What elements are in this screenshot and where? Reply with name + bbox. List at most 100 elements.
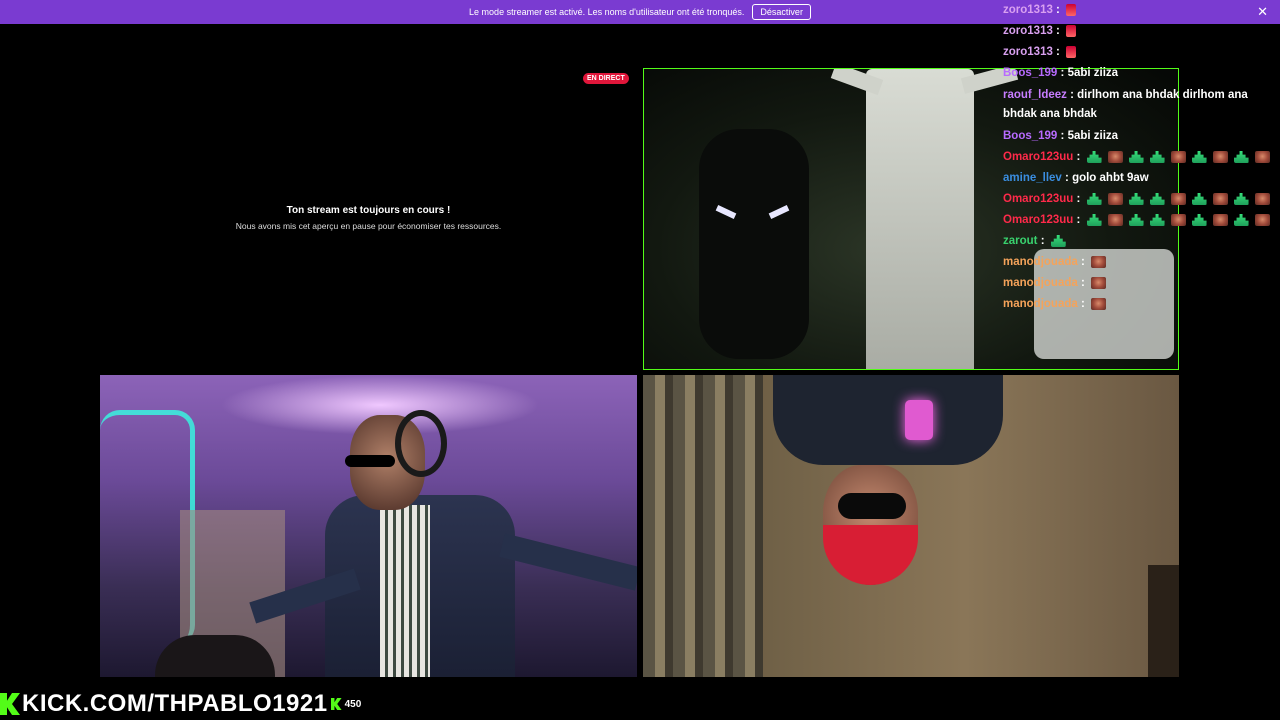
chat-username[interactable]: zarout bbox=[1003, 235, 1038, 247]
chat-separator: : bbox=[1057, 130, 1068, 142]
chat-username[interactable]: zoro1313 bbox=[1003, 46, 1053, 58]
red-hair bbox=[823, 525, 918, 585]
sunglasses bbox=[838, 493, 906, 519]
chat-emote-icon bbox=[1170, 213, 1186, 226]
chair-back bbox=[155, 635, 275, 677]
chat-username[interactable]: manodjouada bbox=[1003, 256, 1078, 268]
chat-emote-icon bbox=[1233, 213, 1249, 226]
chat-username[interactable]: Boos_199 bbox=[1003, 130, 1057, 142]
chat-emote-icon bbox=[1091, 276, 1106, 289]
headphones bbox=[395, 410, 447, 477]
chat-emote-icon bbox=[1170, 150, 1186, 163]
chat-emote-icon bbox=[1191, 213, 1207, 226]
chat-text: golo ahbt 9aw bbox=[1072, 172, 1149, 184]
chat-emote-icon bbox=[1086, 192, 1102, 205]
chat-emote-icon bbox=[1191, 150, 1207, 163]
chat-username[interactable]: amine_llev bbox=[1003, 172, 1062, 184]
chat-separator: : bbox=[1077, 256, 1088, 268]
chat-emote-icon bbox=[1050, 234, 1066, 247]
paused-preview-message: Ton stream est toujours en cours ! Nous … bbox=[200, 205, 537, 231]
chat-emote-icon bbox=[1086, 213, 1102, 226]
chat-text: 5abi ziiza bbox=[1067, 130, 1119, 142]
chat-username[interactable]: Omaro123uu bbox=[1003, 151, 1073, 163]
motorcycle-shape bbox=[699, 129, 809, 359]
banner-text: Le mode streamer est activé. Les noms d'… bbox=[469, 7, 745, 17]
chat-username[interactable]: Omaro123uu bbox=[1003, 193, 1073, 205]
chat-separator: : bbox=[1037, 235, 1048, 247]
chat-emote-icon bbox=[1149, 213, 1165, 226]
phone-light bbox=[905, 400, 933, 440]
chat-message: Boos_199 : 5abi ziiza bbox=[1003, 63, 1280, 84]
chat-overlay: zoro1313 : zoro1313 : zoro1313 : Boos_19… bbox=[1003, 0, 1280, 310]
chat-message: Omaro123uu : bbox=[1003, 210, 1280, 231]
chat-separator: : bbox=[1066, 89, 1078, 101]
live-badge: EN DIRECT bbox=[583, 73, 629, 84]
disable-streamer-mode-button[interactable]: Désactiver bbox=[752, 4, 811, 20]
chat-username[interactable]: zoro1313 bbox=[1003, 4, 1053, 16]
chat-emote-icon bbox=[1212, 213, 1228, 226]
video-tile-bottom-left[interactable] bbox=[100, 375, 637, 677]
chat-emote-icon bbox=[1191, 192, 1207, 205]
curtain bbox=[643, 375, 763, 677]
sunglasses bbox=[345, 455, 395, 467]
chat-emote-icon bbox=[1107, 213, 1123, 226]
door-frame bbox=[1148, 565, 1179, 677]
chat-message: Omaro123uu : bbox=[1003, 147, 1280, 168]
chat-message: zoro1313 : bbox=[1003, 0, 1280, 21]
chat-message: manodjouada : bbox=[1003, 252, 1280, 273]
chat-emote-icon bbox=[1254, 192, 1270, 205]
chat-username[interactable]: Omaro123uu bbox=[1003, 214, 1073, 226]
chat-separator: : bbox=[1077, 277, 1088, 289]
chat-message: raouf_ldeez : dirlhom ana bhdak dirlhom … bbox=[1003, 84, 1280, 126]
chat-emote-icon bbox=[1066, 24, 1077, 37]
chat-emote-icon bbox=[1128, 150, 1144, 163]
chat-separator: : bbox=[1073, 151, 1084, 163]
chat-emote-icon bbox=[1233, 192, 1249, 205]
chat-username[interactable]: zoro1313 bbox=[1003, 25, 1053, 37]
chat-username[interactable]: manodjouada bbox=[1003, 298, 1078, 310]
chat-username[interactable]: manodjouada bbox=[1003, 277, 1078, 289]
channel-url: KICK.COM/THPABLO1921 bbox=[22, 690, 328, 717]
chat-emote-icon bbox=[1233, 150, 1249, 163]
chat-message: manodjouada : bbox=[1003, 294, 1280, 310]
chat-emote-icon bbox=[1091, 297, 1106, 310]
chat-username[interactable]: raouf_ldeez bbox=[1003, 89, 1067, 101]
chat-message: zarout : bbox=[1003, 231, 1280, 252]
chat-emote-icon bbox=[1170, 192, 1186, 205]
chat-emote-icon bbox=[1066, 45, 1077, 58]
kick-logo-icon bbox=[0, 693, 20, 715]
paused-title: Ton stream est toujours en cours ! bbox=[286, 205, 451, 216]
chat-emote-icon bbox=[1107, 192, 1123, 205]
person-white-suit bbox=[866, 69, 974, 369]
chat-separator: : bbox=[1073, 193, 1084, 205]
chat-username[interactable]: Boos_199 bbox=[1003, 67, 1057, 79]
chat-emote-icon bbox=[1128, 213, 1144, 226]
chat-emote-icon bbox=[1212, 150, 1228, 163]
chat-message: Omaro123uu : bbox=[1003, 189, 1280, 210]
chat-emote-icon bbox=[1086, 150, 1102, 163]
chat-text: 5abi ziiza bbox=[1067, 67, 1119, 79]
chat-emote-icon bbox=[1254, 213, 1270, 226]
chat-emote-icon bbox=[1066, 3, 1077, 16]
chat-emote-icon bbox=[1107, 150, 1123, 163]
arm-right bbox=[499, 533, 637, 591]
paused-subtitle: Nous avons mis cet aperçu en pause pour … bbox=[235, 221, 502, 231]
shirt-stripes bbox=[380, 505, 430, 677]
chat-separator: : bbox=[1057, 67, 1068, 79]
chat-message: manodjouada : bbox=[1003, 273, 1280, 294]
viewer-count: 450 bbox=[344, 698, 362, 710]
chat-message: zoro1313 : bbox=[1003, 21, 1280, 42]
chat-separator: : bbox=[1052, 46, 1064, 58]
chat-emote-icon bbox=[1128, 192, 1144, 205]
kick-logo-small-icon bbox=[330, 698, 342, 710]
chat-emote-icon bbox=[1149, 150, 1165, 163]
chat-emote-icon bbox=[1212, 192, 1228, 205]
video-tile-bottom-right[interactable] bbox=[643, 375, 1179, 677]
chat-separator: : bbox=[1077, 298, 1088, 310]
chat-message: amine_llev : golo ahbt 9aw bbox=[1003, 168, 1280, 189]
chat-emote-icon bbox=[1149, 192, 1165, 205]
chat-emote-icon bbox=[1254, 150, 1270, 163]
channel-footer: KICK.COM/THPABLO1921 450 bbox=[0, 690, 361, 718]
chat-emote-icon bbox=[1091, 255, 1106, 268]
chat-separator: : bbox=[1073, 214, 1084, 226]
